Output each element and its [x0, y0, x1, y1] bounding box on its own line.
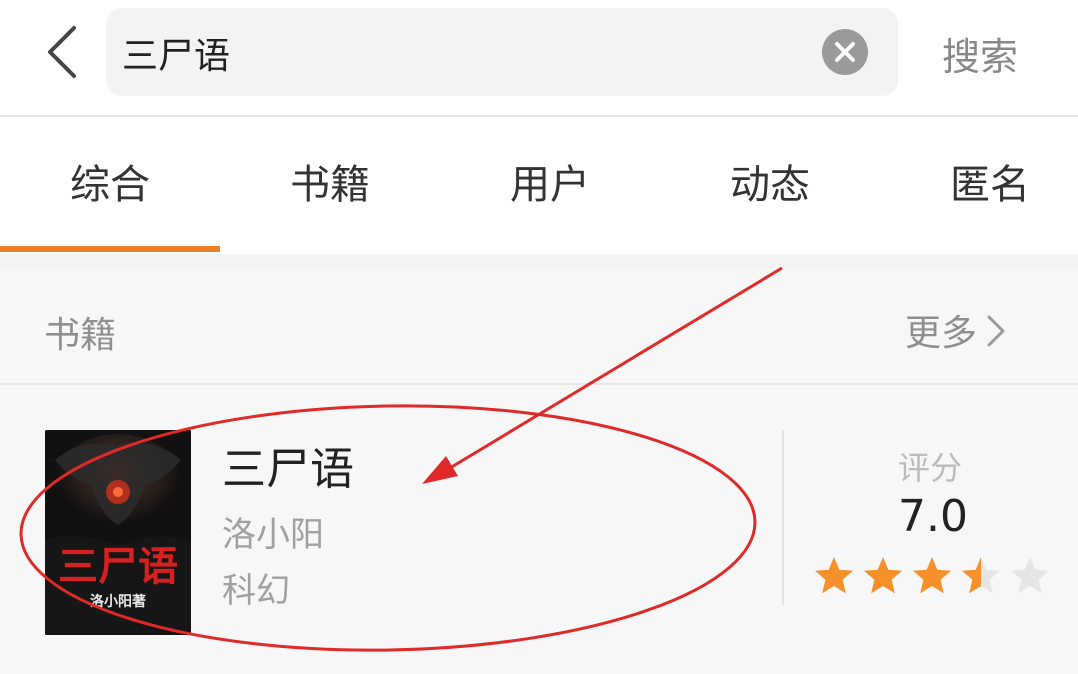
section-title: 书籍: [44, 315, 117, 356]
chevron-right-icon: [985, 314, 1007, 357]
search-input[interactable]: [120, 22, 814, 84]
books-section: 书籍 更多 三尸语 洛小阳著 三尸语 洛小阳 科幻 评分 7.0: [0, 268, 1078, 674]
section-gap: [0, 254, 1078, 268]
book-author: 洛小阳: [222, 515, 324, 555]
star-icon: [1011, 557, 1049, 594]
star-icon: [913, 557, 951, 594]
tab-moments[interactable]: 动态: [660, 117, 880, 254]
chevron-left-icon: [48, 26, 76, 78]
more-link[interactable]: 更多: [905, 304, 1007, 357]
star-icon: [815, 557, 853, 594]
tab-comprehensive[interactable]: 综合: [0, 117, 220, 254]
search-button[interactable]: 搜索: [942, 26, 1018, 81]
search-box: [106, 8, 898, 96]
rating-divider: [782, 430, 784, 605]
star-icon: [864, 557, 902, 594]
star-icon: [962, 557, 1000, 594]
tab-bar: 综合 书籍 用户 动态 匿名: [0, 117, 1078, 254]
more-label: 更多: [905, 313, 978, 354]
back-button[interactable]: [40, 22, 90, 82]
search-header: 搜索: [0, 0, 1078, 116]
cover-author: 洛小阳著: [90, 593, 146, 610]
close-icon: [835, 42, 855, 62]
rating-label: 评分: [898, 449, 963, 487]
rating-value: 7.0: [898, 491, 968, 542]
book-result-item[interactable]: 三尸语 洛小阳著 三尸语 洛小阳 科幻 评分 7.0: [0, 385, 1078, 674]
book-cover: 三尸语 洛小阳著: [45, 430, 191, 635]
active-tab-indicator: [0, 246, 220, 252]
tab-users[interactable]: 用户: [440, 117, 660, 254]
rating-stars: [815, 557, 1049, 594]
book-title: 三尸语: [222, 444, 354, 495]
clear-search-button[interactable]: [822, 29, 868, 75]
cover-title: 三尸语: [58, 543, 178, 590]
tab-anonymous[interactable]: 匿名: [880, 117, 1078, 254]
book-genre: 科幻: [222, 571, 290, 611]
tab-books[interactable]: 书籍: [220, 117, 440, 254]
